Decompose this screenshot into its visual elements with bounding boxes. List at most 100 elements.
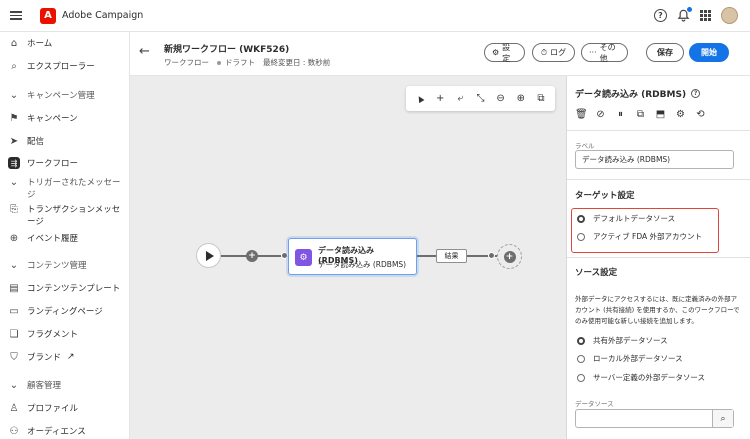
sidebar-item-deliveries[interactable]: ➤ 配信 — [8, 135, 128, 148]
radio-checked-icon — [577, 214, 585, 223]
settings-icon[interactable]: ⚙ — [675, 109, 686, 120]
sidebar-item-audiences[interactable]: ⚇ オーディエンス — [8, 425, 128, 438]
avatar[interactable] — [721, 7, 738, 24]
panel-toolbar: 🗑 ⊘ ⏸ ⧉ ⬒ ⚙ ⟲ — [575, 109, 706, 120]
radio-icon — [577, 232, 585, 241]
adobe-logo: A — [40, 7, 56, 24]
last-modified: 最終変更日 : 数秒前 — [263, 58, 331, 67]
app-title: Adobe Campaign — [62, 10, 144, 21]
event-history-icon: ⊕ — [9, 232, 19, 244]
datasource-input[interactable]: ⌕ — [575, 409, 734, 428]
transition-label[interactable]: 結果 — [436, 249, 467, 263]
bell-icon[interactable] — [677, 6, 693, 22]
logs-button[interactable]: ⏱ ログ — [532, 43, 575, 62]
radio-shared-external[interactable]: 共有外部データソース — [577, 335, 668, 346]
divider — [567, 257, 750, 258]
campaign-icon: ⚑ — [9, 112, 19, 124]
zoom-in-icon[interactable]: ⊕ — [514, 93, 528, 104]
template-icon: ▤ — [9, 282, 19, 294]
output-icon[interactable]: ⬒ — [655, 109, 666, 120]
sidebar-item-campaigns[interactable]: ⚑ キャンペーン — [8, 112, 128, 125]
plus-icon: + — [503, 250, 516, 263]
add-activity-icon[interactable]: + — [246, 250, 258, 262]
sidebar-section-triggered[interactable]: ⌄ トリガーされたメッセージ — [8, 177, 128, 201]
input-port — [281, 252, 288, 259]
sidebar-section-campaign[interactable]: ⌄ キャンペーン管理 — [8, 89, 128, 102]
select-tool-icon[interactable]: ▲ — [412, 91, 429, 106]
transactional-message-icon: ⎘ — [10, 204, 18, 215]
delete-icon[interactable]: 🗑 — [575, 109, 588, 120]
collapse-icon[interactable]: ⤡ — [473, 93, 487, 104]
add-icon[interactable]: + — [433, 93, 447, 104]
activity-load-rdbms[interactable]: ⚙ データ読み込み (RDBMS) データ読み込み (RDBMS) — [288, 238, 417, 275]
fragment-icon: ❏ — [9, 328, 19, 340]
more-icon: ··· — [589, 48, 597, 57]
sidebar-item-transactional[interactable]: ⎘ トランザクションメッセージ — [8, 204, 128, 228]
sidebar-item-brands[interactable]: ⛉ ブランド ↗ — [8, 351, 128, 364]
sidebar-item-content-templates[interactable]: ▤ コンテンツテンプレート — [8, 282, 128, 295]
start-node[interactable] — [196, 243, 221, 268]
pause-icon[interactable]: ⏸ — [615, 109, 626, 120]
workflow-type: ワークフロー — [164, 58, 209, 67]
more-button[interactable]: ··· その他 — [581, 43, 628, 63]
sidebar-section-customer[interactable]: ⌄ 顧客管理 — [8, 379, 128, 392]
top-bar: A Adobe Campaign ? — [0, 0, 750, 32]
label-input[interactable]: データ読み込み (RDBMS) — [575, 150, 734, 169]
sidebar-item-workflows[interactable]: ⇶ ワークフロー — [8, 157, 128, 169]
explorer-icon: ⌕ — [11, 60, 17, 72]
brand-icon: ⛉ — [10, 351, 18, 363]
save-button[interactable]: 保存 — [646, 43, 684, 62]
profile-icon: ♙ — [9, 402, 19, 414]
add-next-activity[interactable]: + — [497, 244, 522, 269]
data-load-icon: ⚙ — [295, 249, 312, 266]
sidebar-item-fragments[interactable]: ❏ フラグメント — [8, 328, 128, 341]
help-icon[interactable]: ? — [654, 9, 667, 22]
sidebar: ⌂ ホーム ⌕ エクスプローラー ⌄ キャンペーン管理 ⚑ キャンペーン ➤ 配信 ⇶ ワー… — [0, 32, 130, 439]
sidebar-item-home[interactable]: ⌂ ホーム — [8, 37, 128, 50]
divider — [567, 179, 750, 180]
chevron-down-icon: ⌄ — [9, 259, 19, 271]
disable-icon[interactable]: ⊘ — [595, 109, 606, 120]
chevron-down-icon: ⌄ — [9, 89, 19, 101]
sidebar-section-content[interactable]: ⌄ コンテンツ管理 — [8, 259, 128, 272]
history-icon[interactable]: ⟲ — [695, 109, 706, 120]
back-arrow-icon[interactable]: ← — [139, 44, 150, 59]
workflow-header: ← 新規ワークフロー (WKF526) ワークフロー ドラフト 最終変更日 : … — [130, 32, 750, 76]
radio-local-external[interactable]: ローカル外部データソース — [577, 353, 683, 364]
settings-button[interactable]: ⚙ 設定 — [484, 43, 525, 63]
send-icon: ➤ — [9, 135, 19, 147]
target-settings-title: ターゲット設定 — [575, 191, 635, 201]
workflow-meta: ワークフロー ドラフト 最終変更日 : 数秒前 — [164, 57, 330, 68]
chevron-down-icon: ⌄ — [9, 177, 19, 188]
radio-active-fda-account[interactable]: アクティブ FDA 外部アカウント — [577, 231, 702, 242]
apps-grid-icon[interactable] — [700, 10, 711, 21]
sidebar-item-profiles[interactable]: ♙ プロファイル — [8, 402, 128, 415]
home-icon: ⌂ — [10, 37, 18, 49]
status-badge: ドラフト — [225, 58, 255, 67]
workflow-canvas[interactable]: ▲ + ⤶ ⤡ ⊖ ⊕ ⧉ + ⚙ データ読み込み (RDBMS) データ読み込… — [130, 76, 566, 439]
radio-default-datasource[interactable]: デフォルトデータソース — [577, 213, 675, 224]
datasource-label: データソース — [575, 400, 614, 408]
start-button[interactable]: 開始 — [689, 43, 729, 62]
logs-icon: ⏱ — [540, 47, 548, 57]
menu-icon[interactable] — [10, 11, 22, 20]
radio-icon — [577, 373, 585, 382]
sidebar-item-event-history[interactable]: ⊕ イベント履歴 — [8, 232, 128, 245]
output-port — [488, 252, 495, 259]
notification-badge — [686, 6, 693, 13]
workflow-icon: ⇶ — [8, 157, 20, 169]
panel-title: データ読み込み (RDBMS)? — [575, 87, 701, 100]
settings-icon: ⚙ — [492, 48, 500, 57]
landing-page-icon: ▭ — [9, 305, 19, 317]
datasource-picker-icon[interactable]: ⌕ — [712, 410, 733, 427]
minimap-icon[interactable]: ⧉ — [534, 93, 548, 104]
info-icon[interactable]: ? — [691, 89, 701, 98]
zoom-out-icon[interactable]: ⊖ — [494, 93, 508, 104]
sidebar-item-landing-pages[interactable]: ▭ ランディングページ — [8, 305, 128, 318]
sidebar-item-explorer[interactable]: ⌕ エクスプローラー — [8, 60, 128, 73]
copy-icon[interactable]: ⧉ — [635, 109, 646, 120]
source-description: 外部データにアクセスするには、既に定義済みの外部アカウント (共有接続) を使用… — [575, 295, 740, 325]
radio-icon — [577, 354, 585, 363]
rearrange-icon[interactable]: ⤶ — [453, 93, 467, 104]
radio-server-defined-external[interactable]: サーバー定義の外部データソース — [577, 372, 705, 383]
